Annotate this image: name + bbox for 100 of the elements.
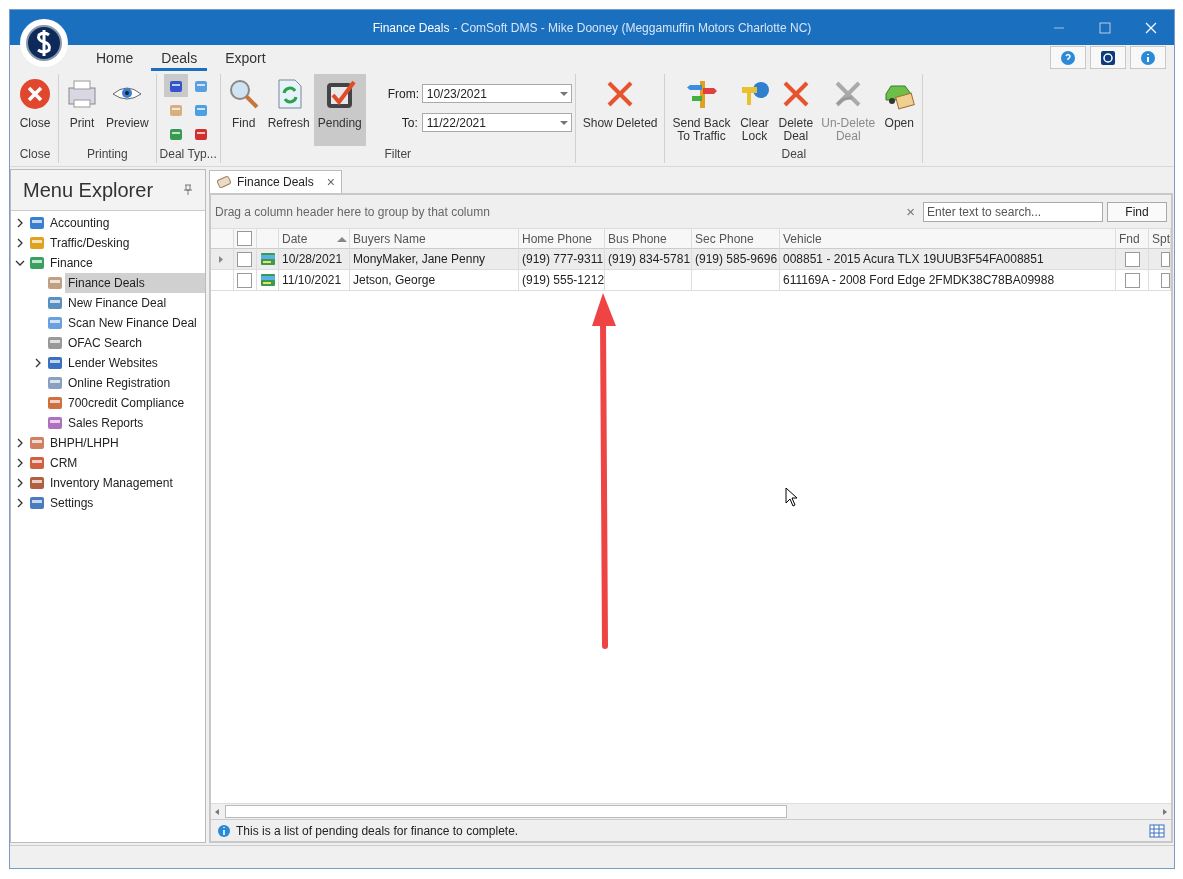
tree-item[interactable]: New Finance Deal (65, 293, 170, 313)
ribbon-button[interactable]: Preview (102, 74, 153, 146)
ribbon-tab[interactable]: Home (86, 50, 144, 71)
status-text: This is a list of pending deals for finance to complete. (236, 823, 520, 838)
ribbon-button[interactable]: Find (223, 74, 264, 146)
tree-item[interactable]: Online Registration (65, 373, 174, 393)
ribbon-button[interactable]: Send Back To Traffic (668, 74, 735, 146)
table-icon (1149, 823, 1165, 838)
tile-icon (47, 355, 63, 371)
chevron-icon[interactable] (15, 438, 25, 448)
ribbon-tab[interactable]: Export (215, 50, 276, 71)
tree-item[interactable]: Sales Reports (65, 413, 147, 433)
ribbon-button[interactable]: Open (879, 74, 920, 146)
close-icon (1145, 21, 1157, 34)
pin-icon (183, 184, 193, 196)
ribbon-button[interactable]: Clear Lock (734, 74, 775, 146)
info-icon (217, 823, 231, 838)
ribbon-button[interactable]: Delete Deal (774, 74, 818, 146)
panel-title: Menu Explorer (23, 178, 154, 202)
row-checkbox[interactable] (1124, 251, 1140, 267)
table-cell: (919) 777-9311 (519, 249, 605, 270)
tree-item[interactable]: CRM (47, 453, 81, 473)
table-cell: 008851 - 2015 Acura TLX 19UUB3F54FA008851 (780, 249, 1116, 270)
tile-icon (47, 395, 63, 411)
chevron-icon[interactable] (15, 218, 25, 228)
group-label: Deal (781, 147, 807, 161)
column-header[interactable]: Spt (1149, 229, 1171, 249)
tile-icon (29, 235, 45, 251)
sort-icon (335, 234, 349, 243)
column-header[interactable]: Buyers Name (350, 229, 519, 249)
chevron-icon[interactable] (15, 478, 25, 488)
column-header[interactable]: Bus Phone (605, 229, 692, 249)
ribbon-button[interactable]: Refresh (263, 74, 314, 146)
chevron-icon[interactable] (15, 238, 25, 248)
scrollbar[interactable] (211, 803, 1171, 819)
window-subtitle: - ComSoft DMS - Mike Dooney (Meggamuffin Motors Charlotte NC) (453, 20, 812, 35)
maximize-icon (1099, 21, 1111, 34)
window-title: Finance Deals (372, 20, 450, 35)
tile-icon (29, 435, 45, 451)
date-field[interactable]: 10/23/2021 (421, 84, 572, 103)
row-checkbox[interactable] (1124, 272, 1140, 288)
group-label: Filter (384, 147, 412, 161)
ribbon-tab[interactable]: Deals (151, 50, 208, 71)
group-label: Printing (87, 147, 128, 161)
row-checkbox[interactable] (1161, 251, 1170, 267)
tree-item[interactable]: Finance (47, 253, 96, 273)
support-button[interactable] (1090, 46, 1126, 69)
column-header[interactable]: Home Phone (519, 229, 605, 249)
tree-item[interactable]: Lender Websites (65, 353, 161, 373)
clear-search[interactable]: × (906, 203, 915, 220)
row-checkbox[interactable] (1161, 272, 1170, 288)
pin-button[interactable] (183, 184, 193, 196)
table-cell: (919) 555-1212 (519, 270, 605, 291)
cursor-icon (785, 487, 799, 507)
caret-icon (218, 254, 224, 264)
tile-icon (47, 295, 63, 311)
select-all-checkbox[interactable] (237, 231, 252, 246)
power-icon (1100, 49, 1116, 66)
app-logo[interactable] (19, 18, 69, 68)
ribbon-button[interactable]: Pending (313, 74, 366, 146)
scroll-thumb[interactable] (225, 805, 787, 818)
tile-icon (29, 475, 45, 491)
ribbon-button[interactable]: Close (15, 74, 55, 146)
table-cell[interactable] (211, 249, 234, 270)
row-checkbox[interactable] (237, 272, 252, 288)
date-label: From: (387, 86, 418, 101)
tree-item[interactable]: Finance Deals (65, 273, 205, 293)
chevron-icon[interactable] (33, 358, 43, 368)
document-tab[interactable]: Finance Deals × (209, 170, 342, 193)
tree-item[interactable]: Accounting (47, 213, 113, 233)
tree-item[interactable]: BHPH/LHPH (47, 433, 122, 453)
chevron-icon[interactable] (15, 458, 25, 468)
ribbon-button[interactable]: Show Deleted (578, 74, 662, 146)
tab-close[interactable]: × (326, 174, 335, 190)
tree-item[interactable]: Inventory Management (47, 473, 176, 493)
column-header[interactable]: Fnd (1116, 229, 1149, 249)
tile-icon (29, 255, 45, 271)
tile-icon (47, 335, 63, 351)
table-cell[interactable] (211, 270, 234, 291)
group-label: Close (19, 147, 51, 161)
column-header[interactable]: Sec Phone (692, 229, 780, 249)
tree-item[interactable]: Scan New Finance Deal (65, 313, 200, 333)
search-field[interactable]: Enter text to search... (923, 201, 1103, 222)
tree-item[interactable]: 700credit Compliance (65, 393, 188, 413)
find-button[interactable]: Find (1107, 201, 1167, 222)
row-checkbox[interactable] (237, 251, 252, 267)
tree-item[interactable]: Settings (47, 493, 97, 513)
question-icon (1060, 49, 1076, 66)
date-field[interactable]: 11/22/2021 (421, 113, 572, 132)
chevron-icon[interactable] (15, 258, 25, 268)
column-header[interactable]: Vehicle (780, 229, 1116, 249)
tree-item[interactable]: OFAC Search (65, 333, 146, 353)
ribbon-button[interactable]: Print (62, 74, 102, 146)
chevron-icon[interactable] (15, 498, 25, 508)
tree-item[interactable]: Traffic/Desking (47, 233, 133, 253)
deal-type-button[interactable] (163, 74, 188, 97)
group-label: Deal Typ... (159, 147, 217, 161)
tile-icon (29, 455, 45, 471)
table-cell: MonyMaker, Jane Penny (350, 249, 519, 270)
column-header[interactable]: Date (279, 229, 350, 249)
